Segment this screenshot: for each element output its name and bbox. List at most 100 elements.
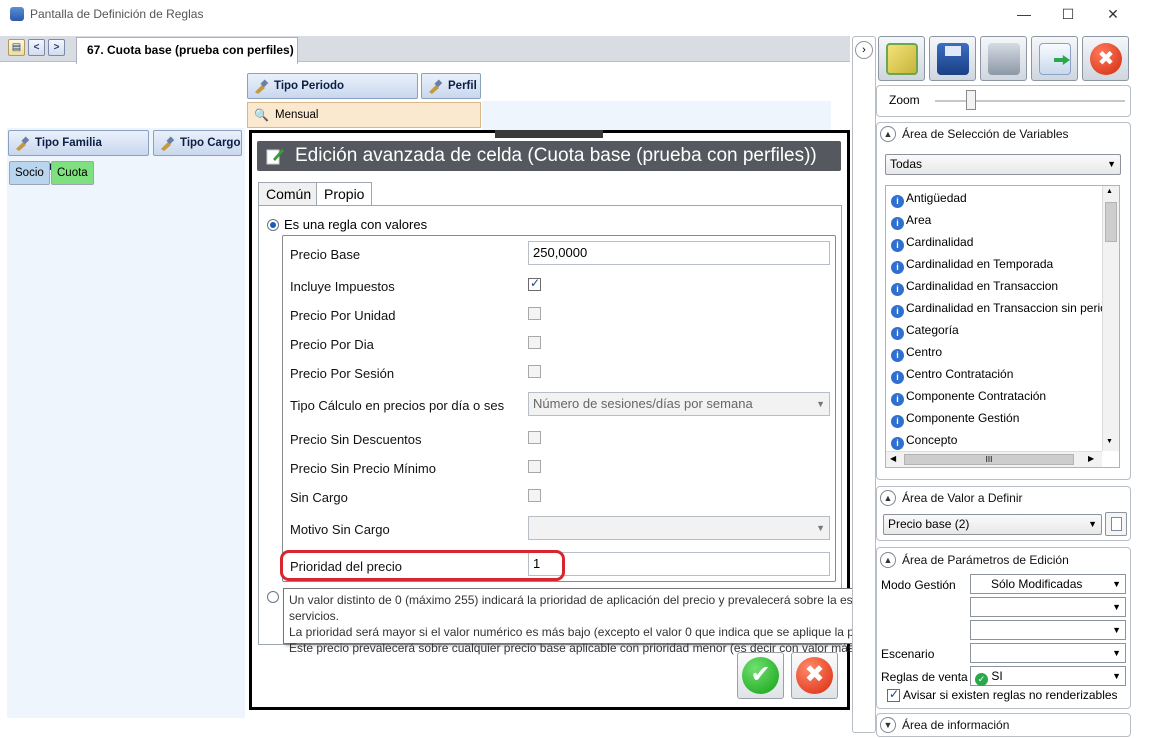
- print-icon: [988, 43, 1020, 75]
- cancel-x-icon: ✖: [796, 657, 833, 694]
- variables-vscrollbar[interactable]: ▲ ▼: [1102, 186, 1119, 451]
- scroll-left-icon[interactable]: ◀: [890, 454, 896, 463]
- maximize-button[interactable]: ☐: [1045, 4, 1091, 26]
- title-bar: Pantalla de Definición de Reglas — ☐ ✕: [0, 0, 1151, 30]
- add-value-button[interactable]: [1105, 512, 1127, 536]
- zoom-track: [935, 100, 1125, 102]
- open-folder-button[interactable]: [878, 36, 925, 81]
- variables-header-label: Área de Selección de Variables: [902, 127, 1069, 141]
- variable-label: Centro Contratación: [906, 367, 1014, 381]
- valor-header[interactable]: ▲ Área de Valor a Definir: [876, 486, 1023, 510]
- radio-values[interactable]: [267, 219, 279, 231]
- valor-value: Precio base (2): [888, 517, 970, 531]
- nav-forward-button[interactable]: >: [48, 39, 65, 56]
- variable-label: Cardinalidad: [906, 235, 974, 249]
- precio-por-dia-checkbox[interactable]: [528, 336, 541, 349]
- mensual-cell[interactable]: 🔍 Mensual: [247, 102, 481, 128]
- variable-item[interactable]: i Concepto: [891, 433, 957, 450]
- variables-list[interactable]: i Antigüedad i Area i Cardinalidad i Cardinalid…: [885, 185, 1120, 468]
- tipo-calculo-select[interactable]: Número de sesiones/días por semana ▼: [528, 392, 830, 416]
- info-header[interactable]: ▼ Área de información: [876, 713, 1009, 737]
- header-perfil-button[interactable]: Perfil: [421, 73, 481, 99]
- close-tool-button[interactable]: ✖: [1082, 36, 1129, 81]
- variable-item[interactable]: i Componente Gestión: [891, 411, 1019, 428]
- variable-item[interactable]: i Cardinalidad en Transaccion sin perio: [891, 301, 1107, 318]
- export-button[interactable]: [1031, 36, 1078, 81]
- minimize-button[interactable]: —: [1001, 4, 1047, 26]
- modo-gestion-select[interactable]: Sólo Modificadas ▼: [970, 574, 1126, 594]
- tab-comun[interactable]: Común: [258, 182, 320, 206]
- incluye-impuestos-label: Incluye Impuestos: [290, 279, 395, 294]
- precio-base-input[interactable]: 250,0000: [528, 241, 830, 265]
- sin-cargo-checkbox[interactable]: [528, 489, 541, 502]
- precio-por-unidad-checkbox[interactable]: [528, 307, 541, 320]
- info-icon: i: [891, 217, 904, 230]
- scroll-up-icon[interactable]: ▲: [1106, 188, 1113, 195]
- header-tipo-familia-button[interactable]: Tipo Familia Servicio: [8, 130, 149, 173]
- scroll-thumb[interactable]: [1105, 202, 1117, 242]
- precio-por-sesion-checkbox[interactable]: [528, 365, 541, 378]
- variable-item[interactable]: i Centro: [891, 345, 942, 362]
- mensual-label: Mensual: [275, 109, 319, 121]
- export-icon: [1039, 43, 1071, 75]
- scroll-right-icon[interactable]: ▶: [1088, 454, 1094, 463]
- parametros-header[interactable]: ▲ Área de Parámetros de Edición: [876, 548, 1069, 572]
- variable-item[interactable]: i Area: [891, 213, 931, 230]
- chevron-up-icon: ▲: [880, 552, 896, 568]
- variable-item[interactable]: i Componente Contratación: [891, 389, 1046, 406]
- sin-cargo-label: Sin Cargo: [290, 490, 348, 505]
- close-window-button[interactable]: ✕: [1090, 4, 1136, 26]
- tab-propio[interactable]: Propio: [316, 182, 373, 206]
- sin-precio-minimo-checkbox[interactable]: [528, 460, 541, 473]
- chip-socio[interactable]: Socio: [9, 161, 50, 185]
- reglas-venta-select[interactable]: ✓ SI ▼: [970, 666, 1126, 686]
- variables-hscrollbar[interactable]: ◀ III ▶: [886, 451, 1102, 467]
- broom-icon: [16, 136, 30, 151]
- dialog-drag-handle[interactable]: [495, 130, 603, 138]
- variable-item[interactable]: i Categoría: [891, 323, 959, 340]
- prioridad-input[interactable]: 1: [528, 552, 830, 576]
- param-select-2[interactable]: ▼: [970, 597, 1126, 617]
- chevron-right-icon[interactable]: ›: [855, 41, 873, 59]
- document-tab[interactable]: 67. Cuota base (prueba con perfiles): [76, 37, 298, 64]
- variables-filter-select[interactable]: Todas ▼: [885, 154, 1121, 175]
- save-icon: [937, 43, 969, 75]
- param-select-3[interactable]: ▼: [970, 620, 1126, 640]
- hscroll-thumb[interactable]: III: [904, 454, 1074, 465]
- radio-alternative[interactable]: [267, 591, 279, 603]
- motivo-sin-cargo-select[interactable]: ▼: [528, 516, 830, 540]
- panel-collapse-bar: [852, 36, 876, 733]
- variable-item[interactable]: i Cardinalidad: [891, 235, 973, 252]
- variable-item[interactable]: i Centro Contratación: [891, 367, 1013, 384]
- save-button[interactable]: [929, 36, 976, 81]
- header-tipo-cargo-button[interactable]: Tipo Cargo: [153, 130, 242, 156]
- chip-cuota[interactable]: Cuota: [51, 161, 94, 185]
- variable-item[interactable]: i Cardinalidad en Temporada: [891, 257, 1053, 274]
- header-tipo-periodo-button[interactable]: Tipo Periodo Contratación: [247, 73, 418, 116]
- cancel-button[interactable]: ✖: [791, 652, 838, 699]
- escenario-select[interactable]: ▼: [970, 643, 1126, 663]
- reglas-venta-value: SI: [991, 669, 1003, 683]
- variables-filter-value: Todas: [890, 157, 923, 171]
- document-list-icon[interactable]: ▤: [8, 39, 25, 56]
- variable-item[interactable]: i Antigüedad: [891, 191, 967, 208]
- sin-descuentos-label: Precio Sin Descuentos: [290, 432, 422, 447]
- add-doc-icon: [1111, 517, 1122, 531]
- accept-button[interactable]: ✔: [737, 652, 784, 699]
- info-icon: i: [891, 415, 904, 428]
- valor-select[interactable]: Precio base (2) ▼: [883, 514, 1102, 535]
- precio-base-label: Precio Base: [290, 247, 361, 262]
- incluye-impuestos-checkbox[interactable]: [528, 276, 541, 291]
- avisar-checkbox[interactable]: [887, 687, 900, 702]
- scroll-down-icon[interactable]: ▼: [1106, 438, 1113, 445]
- variables-header[interactable]: ▲ Área de Selección de Variables: [876, 122, 1069, 146]
- print-button[interactable]: [980, 36, 1027, 81]
- broom-icon: [161, 136, 175, 151]
- sin-descuentos-checkbox[interactable]: [528, 431, 541, 444]
- zoom-slider[interactable]: [966, 90, 976, 110]
- variable-item[interactable]: i Cardinalidad en Transaccion: [891, 279, 1058, 296]
- motivo-sin-cargo-label: Motivo Sin Cargo: [290, 522, 390, 537]
- info-icon: i: [891, 349, 904, 362]
- nav-back-button[interactable]: <: [28, 39, 45, 56]
- chevron-down-icon: ▼: [1088, 519, 1097, 529]
